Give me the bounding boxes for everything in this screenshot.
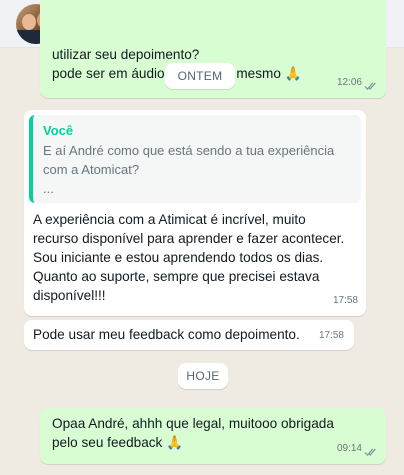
message-time: 17:58 (318, 330, 344, 341)
avatar-face (22, 14, 36, 30)
message-time: 09:14 (336, 443, 362, 454)
quote-text: E aí André como que está sendo a tua exp… (43, 143, 335, 196)
message-incoming[interactable]: Pode usar meu feedback como depoimento. … (24, 320, 354, 350)
quoted-message[interactable]: Você E aí André como que está sendo a tu… (29, 115, 361, 203)
quote-author: Você (43, 123, 74, 138)
message-outgoing[interactable]: Opaa André, ahhh que legal, muitooo obri… (40, 408, 386, 464)
date-chip-yesterday: ONTEM (165, 63, 235, 89)
message-text: Opaa André, ahhh que legal, muitooo obri… (52, 416, 334, 450)
read-ticks-icon (364, 82, 376, 90)
message-time: 12:06 (336, 77, 362, 88)
message-text: A experiência com a Atimicat é incrível,… (33, 212, 345, 303)
date-chip-today: HOJE (178, 363, 228, 389)
message-text: Pode usar meu feedback como depoimento. (33, 327, 300, 342)
message-incoming[interactable]: Você E aí André como que está sendo a tu… (24, 110, 366, 316)
read-ticks-icon (364, 448, 376, 456)
message-time: 17:58 (332, 295, 358, 306)
